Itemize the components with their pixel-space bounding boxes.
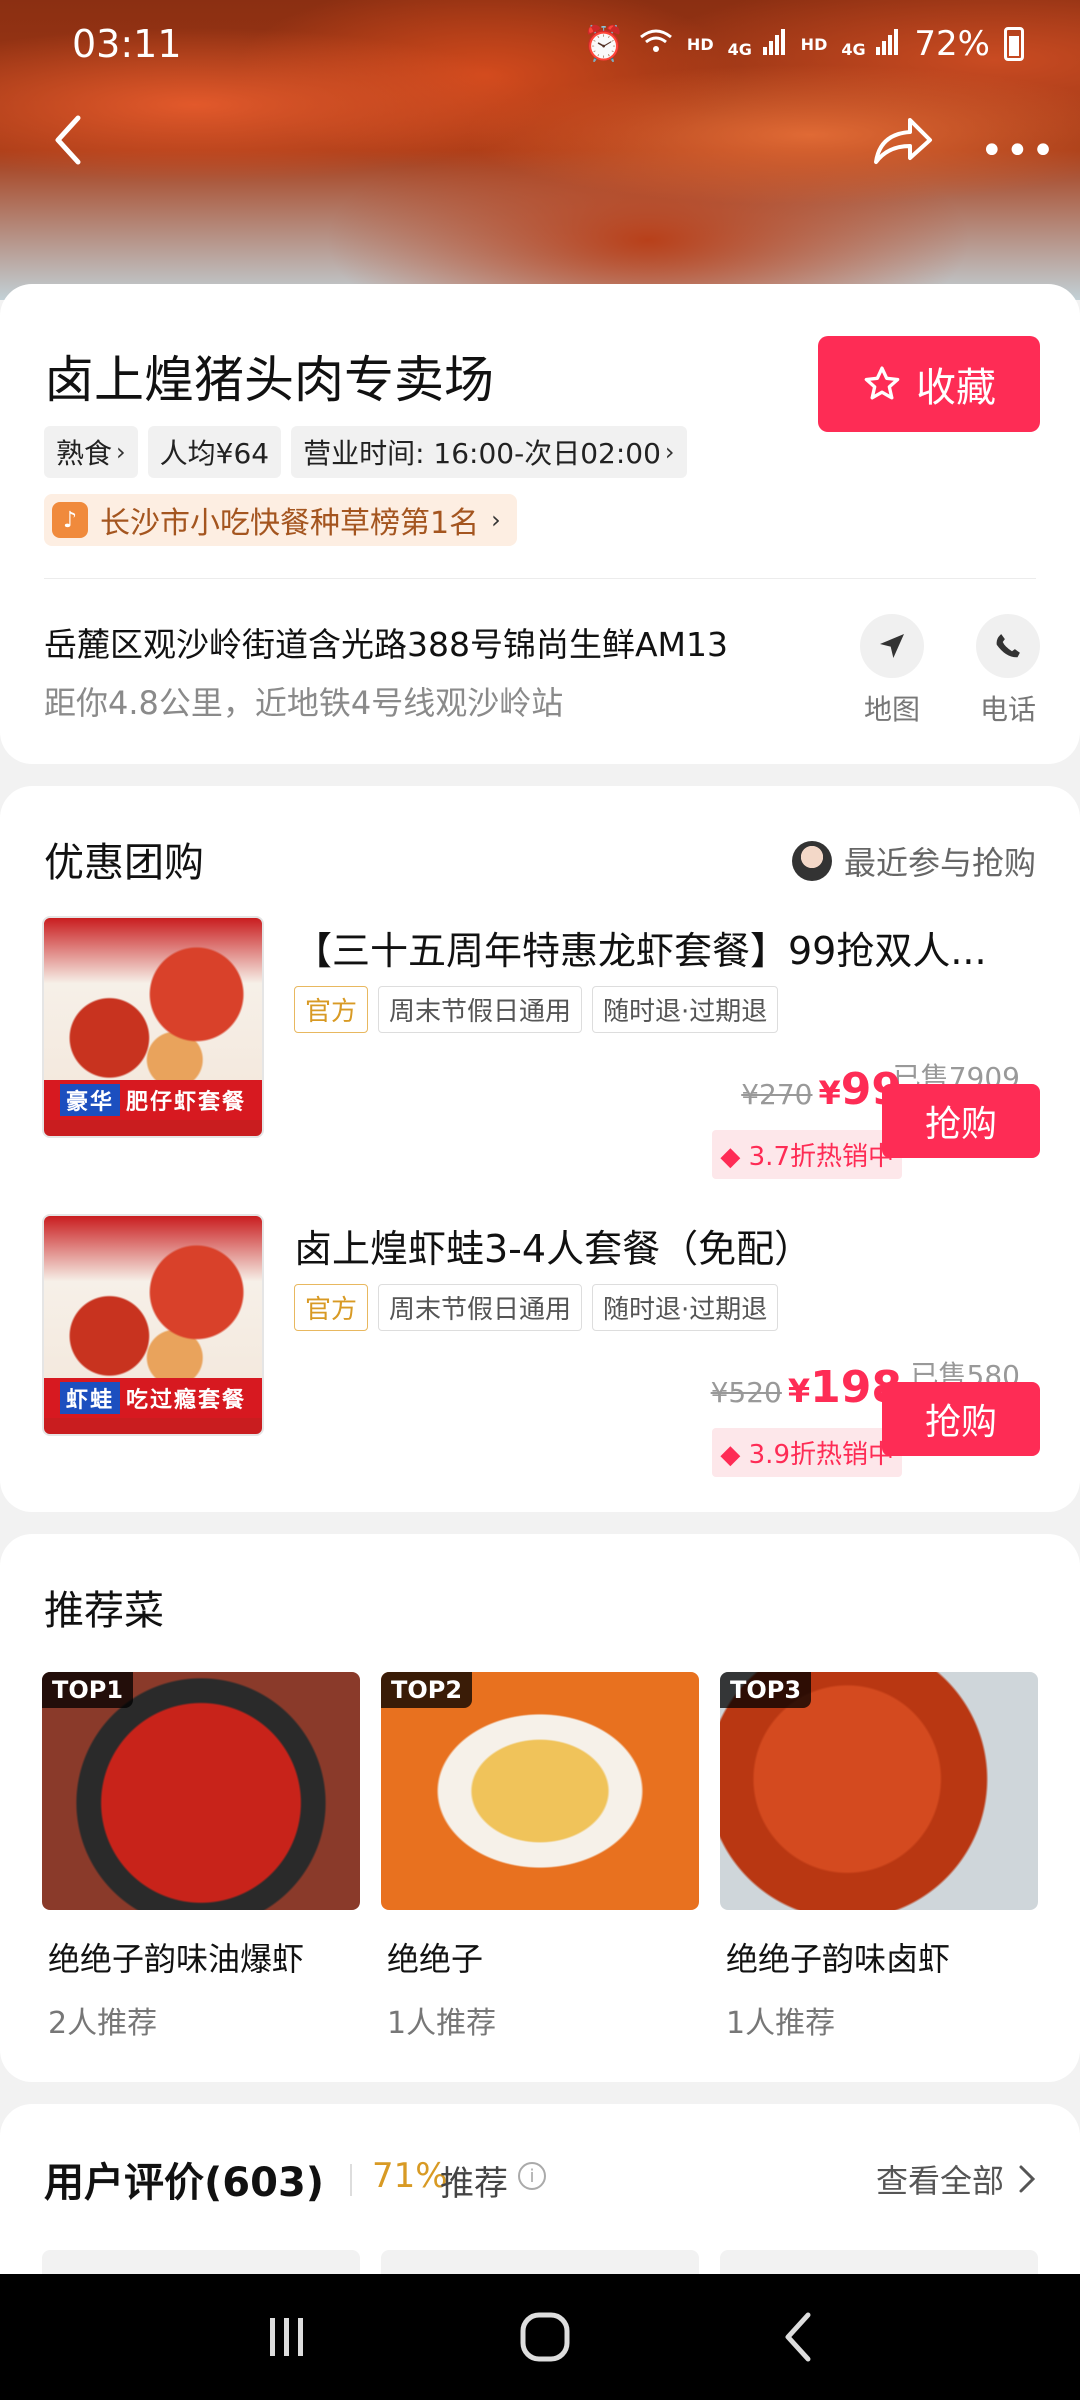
status-time: 03:11 bbox=[72, 22, 182, 66]
reviews-title: 用户评价(603) bbox=[44, 2160, 325, 2206]
recommend-label: 推荐 bbox=[440, 2164, 508, 2204]
chevron-right-icon: › bbox=[664, 438, 675, 466]
tag-avg-price: 人均¥64 bbox=[147, 426, 282, 478]
wifi-icon bbox=[639, 24, 673, 64]
view-all-reviews-link[interactable]: 查看全部 bbox=[876, 2156, 1036, 2202]
rank-badge: TOP3 bbox=[720, 1672, 812, 1708]
tag-hours[interactable]: 营业时间: 16:00-次日02:00 › bbox=[291, 426, 687, 478]
map-button[interactable]: 地图 bbox=[852, 614, 932, 728]
divider bbox=[350, 2164, 352, 2196]
info-icon[interactable]: i bbox=[518, 2162, 546, 2190]
rank-badge: TOP1 bbox=[42, 1672, 134, 1708]
recent-buyers-label: 最近参与抢购 bbox=[843, 844, 1036, 882]
deal-item[interactable]: 豪华 肥仔虾套餐 【三十五周年特惠龙虾套餐】99抢双人... 官方 周末节假日通用… bbox=[0, 916, 1080, 1179]
status-bar: 03:11 ⏰ HD 4G HD 4G 72% bbox=[0, 0, 1080, 90]
tag-icon: ◆ bbox=[720, 1142, 749, 1172]
signal-icon: 4G bbox=[728, 24, 787, 64]
dish-image: TOP1 bbox=[42, 1672, 360, 1910]
chevron-right-icon bbox=[1019, 2165, 1036, 2193]
dishes-section-title: 推荐菜 bbox=[44, 1588, 164, 1634]
alarm-icon: ⏰ bbox=[582, 24, 625, 64]
navigation-icon bbox=[880, 634, 904, 658]
dish-image: TOP3 bbox=[720, 1672, 1038, 1910]
map-label: 地图 bbox=[863, 693, 920, 726]
dish-recommend-count: 1人推荐 bbox=[387, 2006, 497, 2041]
buy-button[interactable]: 抢购 bbox=[882, 1084, 1040, 1158]
dish-item[interactable]: TOP2 绝绝子 1人推荐 bbox=[381, 1672, 699, 2042]
chevron-right-icon: › bbox=[491, 506, 501, 534]
shop-title: 卤上煌猪头肉专卖场 bbox=[44, 351, 494, 409]
rank-badge: TOP2 bbox=[381, 1672, 473, 1708]
tag-icon: ◆ bbox=[720, 1440, 749, 1470]
shop-tags: 熟食 › 人均¥64 营业时间: 16:00-次日02:00 › bbox=[44, 426, 687, 478]
official-tag: 官方 bbox=[294, 986, 369, 1033]
douyin-icon: ♪ bbox=[52, 502, 88, 538]
divider bbox=[44, 578, 1036, 579]
hd-label-2: HD bbox=[800, 34, 828, 54]
deals-card: 优惠团购 最近参与抢购 豪华 肥仔虾套餐 【三十五周年特惠龙虾套餐】99抢双人..… bbox=[0, 786, 1080, 1512]
shop-address[interactable]: 岳麓区观沙岭街道含光路388号锦尚生鲜AM13 bbox=[44, 618, 728, 666]
shop-distance: 距你4.8公里，近地铁4号线观沙岭站 bbox=[44, 684, 564, 722]
recommend-percent: 71% bbox=[372, 2156, 448, 2196]
dish-name: 绝绝子韵味油爆虾 bbox=[48, 1940, 305, 1978]
battery-percent: 72% bbox=[914, 24, 990, 64]
official-tag: 官方 bbox=[294, 1284, 369, 1331]
more-button[interactable]: ••• bbox=[980, 128, 1057, 174]
dish-item[interactable]: TOP1 绝绝子韵味油爆虾 2人推荐 bbox=[42, 1672, 360, 2042]
signal-icon-2: 4G bbox=[841, 24, 900, 64]
deal-image: 豪华 肥仔虾套餐 bbox=[42, 916, 264, 1138]
back-icon[interactable] bbox=[778, 2309, 818, 2365]
rank-badge[interactable]: ♪ 长沙市小吃快餐种草榜第1名 › bbox=[44, 494, 517, 546]
discount-badge: ◆ 3.9折热销中 bbox=[712, 1428, 902, 1477]
phone-button[interactable]: 电话 bbox=[968, 614, 1048, 728]
recent-buyers[interactable]: 最近参与抢购 bbox=[791, 838, 1036, 884]
phone-icon bbox=[996, 634, 1020, 658]
dish-image: TOP2 bbox=[381, 1672, 699, 1910]
deal-title: 【三十五周年特惠龙虾套餐】99抢双人... bbox=[294, 929, 987, 973]
discount-badge: ◆ 3.7折热销中 bbox=[712, 1130, 902, 1179]
hd-label: HD bbox=[686, 34, 714, 54]
dish-item[interactable]: TOP3 绝绝子韵味卤虾 1人推荐 bbox=[720, 1672, 1038, 2042]
deal-tags: 官方 周末节假日通用 随时退·过期退 bbox=[294, 986, 779, 1033]
status-icons: ⏰ HD 4G HD 4G 72% bbox=[583, 24, 1024, 64]
view-all-label: 查看全部 bbox=[875, 2162, 1004, 2200]
star-icon bbox=[864, 366, 900, 400]
price: ¥270 ¥99 bbox=[741, 1064, 902, 1115]
home-icon[interactable] bbox=[517, 2309, 573, 2365]
system-navigation-bar bbox=[0, 2274, 1080, 2400]
favorite-label: 收藏 bbox=[916, 365, 996, 411]
favorite-button[interactable]: 收藏 bbox=[818, 336, 1040, 432]
deal-title: 卤上煌虾蛙3-4人套餐（免配） bbox=[294, 1227, 813, 1271]
dish-recommend-count: 2人推荐 bbox=[48, 2006, 158, 2041]
phone-label: 电话 bbox=[979, 693, 1036, 726]
tag-category[interactable]: 熟食 › bbox=[44, 426, 138, 478]
share-button[interactable] bbox=[870, 112, 934, 172]
original-price: ¥520 bbox=[710, 1376, 782, 1409]
dish-name: 绝绝子 bbox=[387, 1940, 484, 1978]
chevron-right-icon: › bbox=[116, 438, 126, 466]
dish-recommend-count: 1人推荐 bbox=[726, 2006, 836, 2041]
deal-image: 虾蛙 吃过瘾套餐 bbox=[42, 1214, 264, 1436]
buy-button[interactable]: 抢购 bbox=[882, 1382, 1040, 1456]
refund-tag: 随时退·过期退 bbox=[592, 986, 779, 1033]
deal-tags: 官方 周末节假日通用 随时退·过期退 bbox=[294, 1284, 779, 1331]
rank-label: 长沙市小吃快餐种草榜第1名 bbox=[100, 506, 480, 541]
shop-info-card: 卤上煌猪头肉专卖场 收藏 熟食 › 人均¥64 营业时间: 16:00-次日02:… bbox=[0, 284, 1080, 764]
price: ¥520 ¥198 bbox=[711, 1362, 902, 1413]
recent-apps-icon[interactable] bbox=[262, 2312, 312, 2362]
avatar bbox=[791, 841, 832, 881]
holiday-tag: 周末节假日通用 bbox=[378, 986, 583, 1033]
battery-icon bbox=[1004, 27, 1024, 61]
dish-name: 绝绝子韵味卤虾 bbox=[726, 1940, 951, 1978]
original-price: ¥270 bbox=[741, 1078, 813, 1111]
deals-section-title: 优惠团购 bbox=[44, 840, 204, 886]
holiday-tag: 周末节假日通用 bbox=[378, 1284, 583, 1331]
deal-item[interactable]: 虾蛙 吃过瘾套餐 卤上煌虾蛙3-4人套餐（免配） 官方 周末节假日通用 随时退·过… bbox=[0, 1214, 1080, 1477]
recommended-dishes-card: 推荐菜 TOP1 绝绝子韵味油爆虾 2人推荐 TOP2 绝绝子 1人推荐 TOP… bbox=[0, 1534, 1080, 2082]
refund-tag: 随时退·过期退 bbox=[592, 1284, 779, 1331]
back-button[interactable] bbox=[48, 112, 88, 172]
